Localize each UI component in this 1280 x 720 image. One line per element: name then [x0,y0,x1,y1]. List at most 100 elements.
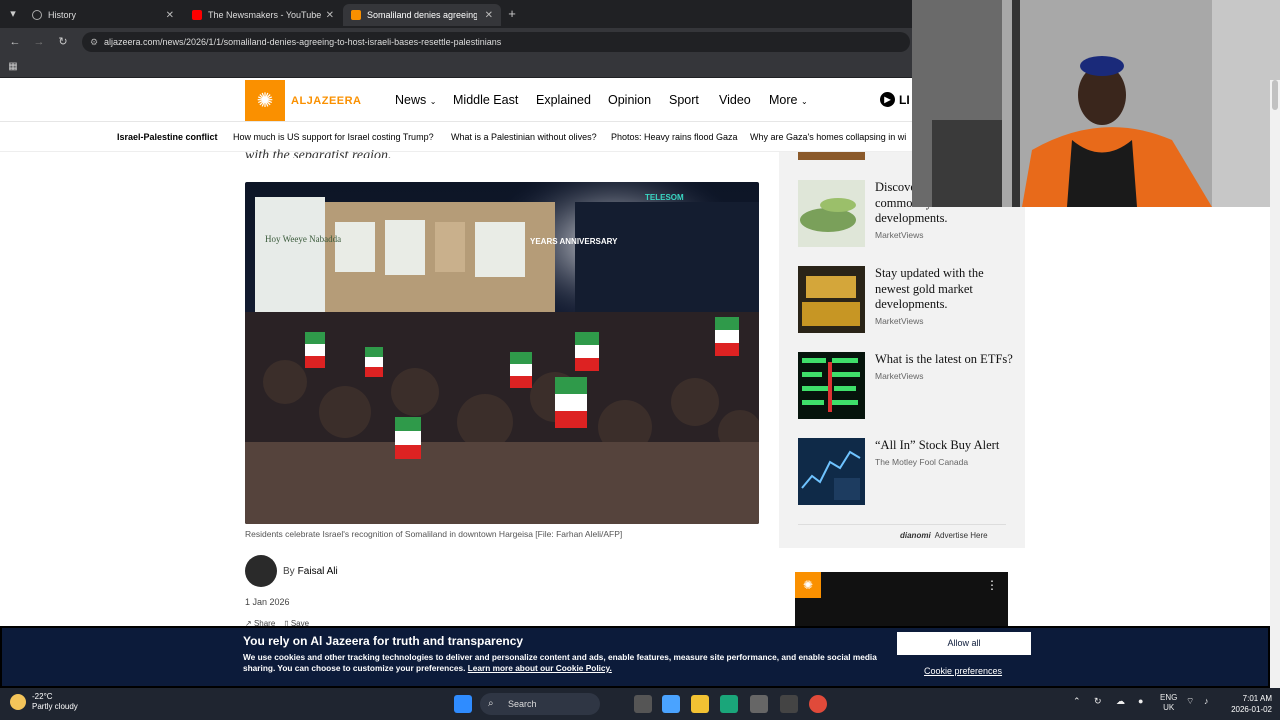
gold-bars-image [798,266,865,333]
weather-condition: Partly cloudy [32,702,78,711]
video-player[interactable]: ✺ ⋮ [795,572,1008,628]
trending-link[interactable]: What is a Palestinian without olives? [451,132,597,142]
aljazeera-logo[interactable]: ✺ ALJAZEERA [245,80,369,121]
dianomi-footer[interactable]: dianomi Advertise Here [900,531,988,540]
edge-icon[interactable] [720,695,738,713]
author-name-link[interactable]: Faisal Ali [298,566,338,577]
sponsored-title-text: “All In” Stock Buy Alert [875,438,1000,452]
trending-link[interactable]: How much is US support for Israel costin… [233,132,434,142]
tab-history[interactable]: History ✕ [24,4,182,26]
language-code: ENG [1160,693,1178,702]
task-view-icon[interactable] [634,695,652,713]
back-icon[interactable]: ← [8,35,22,49]
tab-label: Somaliland denies agreeing to [367,10,477,20]
sponsored-source: MarketViews [875,370,924,381]
scrollbar-thumb[interactable] [1272,80,1278,110]
sponsored-item[interactable]: Stay updated with the newest gold market… [798,266,1008,334]
sync-icon[interactable]: ↻ [1094,696,1102,707]
file-explorer-icon[interactable] [691,695,709,713]
settings-icon[interactable] [780,695,798,713]
chevron-down-icon: ⌄ [429,97,437,106]
cloud-icon[interactable]: ☁ [1116,696,1125,707]
new-tab-icon[interactable]: + [505,7,519,21]
banner-text: Hoy Weeye Nabadda [265,234,341,244]
sponsored-thumb [798,352,865,419]
language-indicator[interactable]: ENG UK [1160,693,1177,713]
aljazeera-logo-icon: ✺ [795,572,821,598]
sponsored-sidebar: Discover the latest commodity market dev… [779,152,1025,548]
nav-middle-east[interactable]: Middle East [453,93,518,107]
nav-video[interactable]: Video [719,93,751,107]
apps-grid-icon[interactable]: ▦ [6,60,20,74]
logo-text: ALJAZEERA [291,94,362,107]
sponsored-item[interactable]: What is the latest on ETFs? MarketViews [798,352,1013,420]
history-icon [32,10,42,20]
close-icon[interactable]: ✕ [166,10,174,21]
close-icon[interactable]: ✕ [485,10,493,21]
tab-label: The Newsmakers - YouTube [208,10,322,20]
sponsored-title: “All In” Stock Buy Alert The Motley Fool … [875,438,1015,470]
weather-widget[interactable]: -22°C Partly cloudy [10,692,78,712]
nav-sport[interactable]: Sport [669,93,699,107]
microphone-icon[interactable]: ● [1138,696,1143,706]
trending-topic[interactable]: Israel-Palestine conflict [117,132,218,142]
cookie-policy-link[interactable]: Learn more about our Cookie Policy. [468,663,612,673]
trending-link[interactable]: Photos: Heavy rains flood Gaza [611,132,738,142]
telesom-sign: TELESOM [645,193,684,202]
crowd-photo: Hoy Weeye Nabadda YEARS ANNIVERSARY TELE… [245,182,759,524]
store-icon[interactable] [750,695,768,713]
network-icon[interactable]: ⌔ [1186,696,1194,707]
partly-cloudy-icon [10,694,26,710]
sponsored-item[interactable]: “All In” Stock Buy Alert The Motley Fool … [798,438,1008,506]
chevron-down-icon: ⌄ [800,97,808,106]
avatar[interactable] [245,555,277,587]
cookie-preferences-link[interactable]: Cookie preferences [924,666,1002,676]
aljazeera-logo-icon: ✺ [245,80,285,121]
nav-news[interactable]: News ⌄ [395,93,436,107]
anniversary-text: YEARS ANNIVERSARY [530,237,618,246]
volume-icon[interactable]: ♪ [1204,696,1209,706]
sponsored-source: The Motley Fool Canada [875,456,969,467]
search-label: Search [508,699,537,709]
windows-start-icon[interactable] [454,695,472,713]
chevron-up-icon[interactable]: ⌃ [1073,696,1081,707]
tab-youtube[interactable]: The Newsmakers - YouTube ✕ [184,4,342,26]
copilot-icon[interactable] [662,695,680,713]
clock-date: 2026-01-02 [1231,705,1272,714]
url-text: aljazeera.com/news/2026/1/1/somaliland-d… [104,37,502,47]
sponsored-source: MarketViews [875,229,924,240]
live-button[interactable]: ▶ LI [880,92,910,107]
author-byline: By Faisal Ali [245,555,338,587]
chrome-icon[interactable] [809,695,827,713]
sponsored-thumb [798,180,865,247]
temperature: -22°C [32,692,53,701]
plant-image [798,180,865,247]
more-options-icon[interactable]: ⋮ [986,578,998,592]
tab-aljazeera[interactable]: Somaliland denies agreeing to ✕ [343,4,501,26]
trending-link[interactable]: Why are Gaza's homes collapsing in wi [750,132,906,142]
byline-prefix: By [283,565,295,577]
url-input[interactable]: ⚙ aljazeera.com/news/2026/1/1/somaliland… [82,32,910,52]
sponsored-title: What is the latest on ETFs? MarketViews [875,352,1015,384]
taskbar-search[interactable]: ⌕ Search [480,693,600,715]
sponsored-title: Stay updated with the newest gold market… [875,266,1015,329]
article-subtitle-fragment: with the separatist region. [245,148,392,158]
close-icon[interactable]: ✕ [326,10,334,21]
stock-chart-image [798,438,865,505]
cookie-title: You rely on Al Jazeera for truth and tra… [243,634,524,648]
cookie-text: We use cookies and other tracking techno… [243,652,883,674]
forward-icon[interactable]: → [32,35,46,49]
article-photo: Hoy Weeye Nabadda YEARS ANNIVERSARY TELE… [245,182,759,524]
play-icon: ▶ [880,92,895,107]
previous-ad-thumb[interactable] [798,152,865,160]
system-clock[interactable]: 7:01 AM 2026-01-02 [1228,693,1272,715]
tab-list-icon[interactable]: ▾ [6,7,20,21]
nav-explained[interactable]: Explained [536,93,591,107]
site-info-icon[interactable]: ⚙ [90,32,98,52]
page-scrollbar[interactable] [1270,80,1280,688]
allow-all-button[interactable]: Allow all [897,632,1031,655]
nav-more[interactable]: More ⌄ [769,93,808,107]
advertise-link: Advertise Here [934,531,988,540]
nav-opinion[interactable]: Opinion [608,93,651,107]
reload-icon[interactable]: ↻ [56,35,70,49]
